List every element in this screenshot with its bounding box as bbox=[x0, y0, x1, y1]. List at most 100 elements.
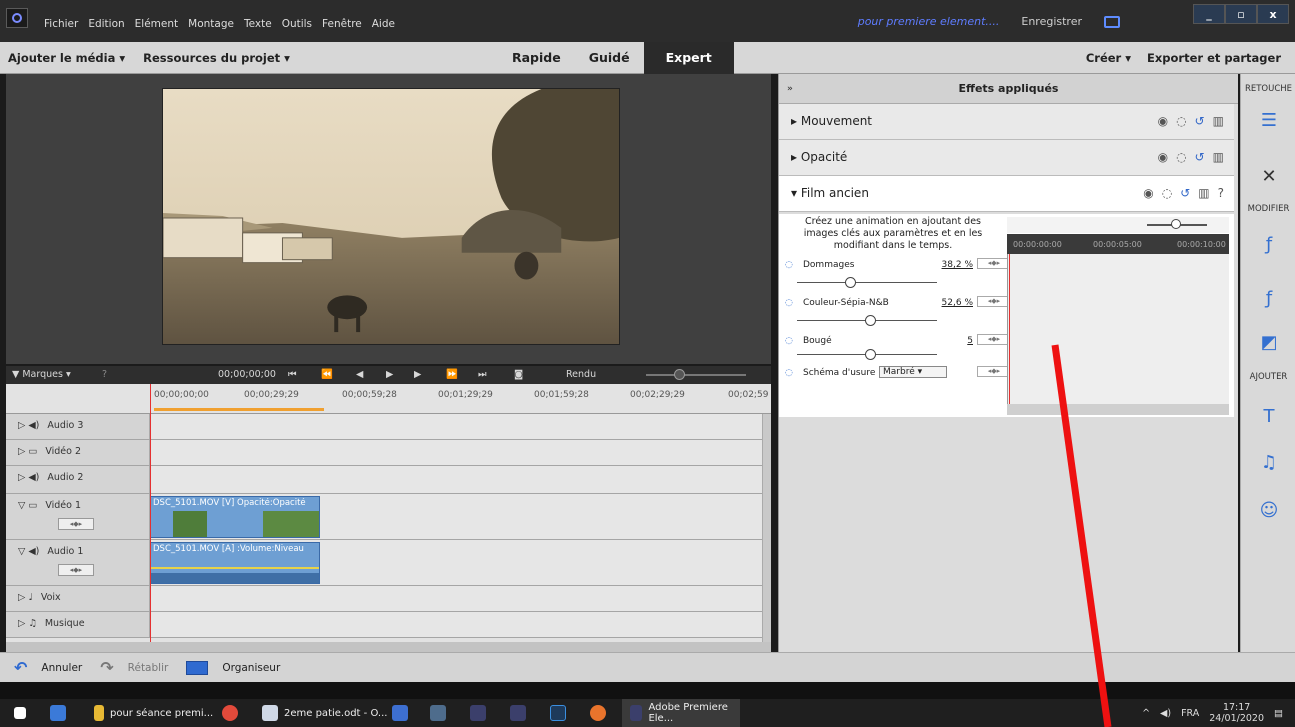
keyframe-nav-button[interactable]: ◂◆▸ bbox=[58, 564, 94, 576]
menu-montage[interactable]: Montage bbox=[188, 18, 234, 30]
tray-arrow-icon[interactable]: ^ bbox=[1142, 708, 1150, 719]
goto-start-icon[interactable]: ⏮ bbox=[288, 369, 297, 380]
retouche-label[interactable]: RETOUCHE bbox=[1241, 84, 1295, 94]
taskbar-item-seance[interactable]: pour séance premi... bbox=[94, 699, 213, 727]
audio-clip[interactable]: DSC_5101.MOV [A] :Volume:Niveau bbox=[150, 542, 320, 584]
app-icon-1[interactable] bbox=[392, 699, 408, 727]
bouge-slider[interactable] bbox=[797, 349, 937, 360]
eye-icon[interactable]: ◉ bbox=[1143, 186, 1153, 200]
mode-guide[interactable]: Guidé bbox=[575, 42, 644, 74]
playhead[interactable] bbox=[150, 384, 151, 642]
menu-texte[interactable]: Texte bbox=[244, 18, 272, 30]
create-button[interactable]: Créer ▾ bbox=[1086, 51, 1131, 65]
effect-hscrollbar[interactable] bbox=[1007, 404, 1229, 415]
taskview-icon[interactable] bbox=[50, 699, 66, 727]
taskbar-item-premiere[interactable]: Adobe Premiere Ele... bbox=[622, 699, 740, 727]
timeline-horizontal-scrollbar[interactable] bbox=[6, 642, 771, 652]
zoom-slider-knob[interactable] bbox=[674, 369, 685, 380]
wear-pattern-select[interactable]: Marbré ▾ bbox=[879, 366, 947, 378]
effect-playhead[interactable] bbox=[1009, 254, 1010, 404]
help-icon[interactable]: ? bbox=[102, 369, 107, 380]
video-preview[interactable] bbox=[162, 88, 620, 345]
redo-button[interactable]: ↷ Rétablir bbox=[100, 658, 168, 677]
stopwatch-icon[interactable]: ◌ bbox=[785, 298, 793, 308]
goto-end-icon[interactable]: ⏭ bbox=[478, 369, 487, 380]
track-video1[interactable]: ▽ ▭ Vidéo 1 ◂◆▸ DSC_5101.MOV [V] Opacité… bbox=[6, 494, 763, 540]
premiere-taskbar-icon[interactable] bbox=[470, 699, 486, 727]
trash-icon[interactable]: ▥ bbox=[1213, 114, 1224, 128]
language-indicator[interactable]: FRA bbox=[1181, 708, 1199, 719]
track-voix[interactable]: ▷ ♩ Voix bbox=[6, 586, 763, 612]
minimize-button[interactable]: _ bbox=[1193, 4, 1225, 24]
reset-icon[interactable]: ↺ bbox=[1195, 114, 1205, 128]
param-value[interactable]: 5 bbox=[967, 336, 973, 346]
eye-icon[interactable]: ◉ bbox=[1158, 150, 1168, 164]
markers-menu[interactable]: ▼ Marques ▾ bbox=[12, 369, 71, 380]
maximize-button[interactable]: ▫ bbox=[1225, 4, 1257, 24]
project-resources-button[interactable]: Ressources du projet ▾ bbox=[143, 51, 290, 65]
mode-rapide[interactable]: Rapide bbox=[498, 42, 575, 74]
slider-knob[interactable] bbox=[865, 349, 876, 360]
music-icon[interactable]: ♫ bbox=[1257, 450, 1281, 474]
keyframe-nav-button[interactable]: ◂◆▸ bbox=[977, 258, 1011, 269]
effect-film-ancien[interactable]: ▾ Film ancien ◉ ◌ ↺ ▥? bbox=[779, 176, 1234, 212]
camera-icon[interactable]: ◙ bbox=[514, 369, 523, 380]
param-value[interactable]: 52,6 % bbox=[942, 298, 973, 308]
stopwatch-icon[interactable]: ◌ bbox=[1176, 150, 1186, 164]
graphics-icon[interactable]: ☺ bbox=[1257, 498, 1281, 522]
add-media-button[interactable]: Ajouter le média ▾ bbox=[8, 51, 125, 65]
trash-icon[interactable]: ▥ bbox=[1213, 150, 1224, 164]
help-icon[interactable]: ? bbox=[1218, 186, 1224, 200]
menu-fichier[interactable]: Fichier bbox=[44, 18, 78, 30]
timeline-vertical-scrollbar[interactable] bbox=[762, 414, 771, 642]
keyframe-nav-button[interactable]: ◂◆▸ bbox=[58, 518, 94, 530]
undo-button[interactable]: ↶ Annuler bbox=[14, 658, 82, 677]
play-icon[interactable]: ▶ bbox=[386, 369, 393, 380]
prev-edit-icon[interactable]: ⏪ bbox=[321, 369, 333, 380]
firefox-icon[interactable] bbox=[590, 699, 606, 727]
reset-icon[interactable]: ↺ bbox=[1180, 186, 1190, 200]
photoshop-icon[interactable] bbox=[550, 699, 566, 727]
close-button[interactable]: x bbox=[1257, 4, 1289, 24]
zoom-slider[interactable] bbox=[646, 374, 746, 376]
keyframe-nav-button[interactable]: ◂◆▸ bbox=[977, 366, 1011, 377]
render-button[interactable]: Rendu bbox=[566, 369, 596, 380]
param-value[interactable]: 38,2 % bbox=[942, 260, 973, 270]
premiere-taskbar-icon-2[interactable] bbox=[510, 699, 526, 727]
eye-icon[interactable]: ◉ bbox=[1158, 114, 1168, 128]
transitions-icon[interactable]: ◩ bbox=[1257, 330, 1281, 354]
trash-icon[interactable]: ▥ bbox=[1198, 186, 1209, 200]
monitor-icon[interactable] bbox=[1104, 15, 1120, 28]
reset-icon[interactable]: ↺ bbox=[1195, 150, 1205, 164]
start-icon[interactable] bbox=[14, 699, 26, 727]
notification-icon[interactable]: ▤ bbox=[1274, 708, 1283, 719]
save-button[interactable]: Enregistrer bbox=[1021, 15, 1082, 28]
app-icon-2[interactable] bbox=[430, 699, 446, 727]
slider-knob[interactable] bbox=[865, 315, 876, 326]
adjust-icon[interactable]: ☰ bbox=[1257, 108, 1281, 132]
taskbar-item-odt[interactable]: 2eme patie.odt - O... bbox=[262, 699, 387, 727]
timeline-ruler[interactable]: 00;00;00;00 00;00;29;29 00;00;59;28 00;0… bbox=[6, 384, 771, 414]
mode-expert[interactable]: Expert bbox=[643, 42, 734, 74]
keyframe-nav-button[interactable]: ◂◆▸ bbox=[977, 296, 1011, 307]
effect-timeline-ruler[interactable]: 00:00:00:00 00:00:05:00 00:00:10:00 bbox=[1007, 234, 1229, 254]
track-audio1[interactable]: ▽ ◀) Audio 1 ◂◆▸ DSC_5101.MOV [A] :Volum… bbox=[6, 540, 763, 586]
effect-mouvement[interactable]: ▸ Mouvement ◉ ◌ ↺ ▥ bbox=[779, 104, 1234, 140]
effect-keyframe-area[interactable] bbox=[1007, 254, 1229, 404]
stopwatch-icon[interactable]: ◌ bbox=[785, 368, 793, 378]
dommages-slider[interactable] bbox=[797, 277, 937, 288]
effect-opacite[interactable]: ▸ Opacité ◉ ◌ ↺ ▥ bbox=[779, 140, 1234, 176]
chrome-icon[interactable] bbox=[222, 699, 238, 727]
tools-icon[interactable]: ✕ bbox=[1257, 164, 1281, 188]
track-video2[interactable]: ▷ ▭ Vidéo 2 bbox=[6, 440, 763, 466]
effect-zoom-bar[interactable] bbox=[1007, 217, 1229, 233]
next-edit-icon[interactable]: ⏩ bbox=[446, 369, 458, 380]
step-back-icon[interactable]: ◀ bbox=[356, 369, 363, 380]
title-text-icon[interactable]: T bbox=[1257, 404, 1281, 428]
fx-effects-icon[interactable]: ƒ bbox=[1257, 232, 1281, 256]
stopwatch-icon[interactable]: ◌ bbox=[785, 260, 793, 270]
effect-zoom-knob[interactable] bbox=[1171, 219, 1181, 229]
export-share-button[interactable]: Exporter et partager bbox=[1147, 51, 1281, 65]
menu-element[interactable]: Elément bbox=[135, 18, 178, 30]
menu-edition[interactable]: Edition bbox=[88, 18, 124, 30]
